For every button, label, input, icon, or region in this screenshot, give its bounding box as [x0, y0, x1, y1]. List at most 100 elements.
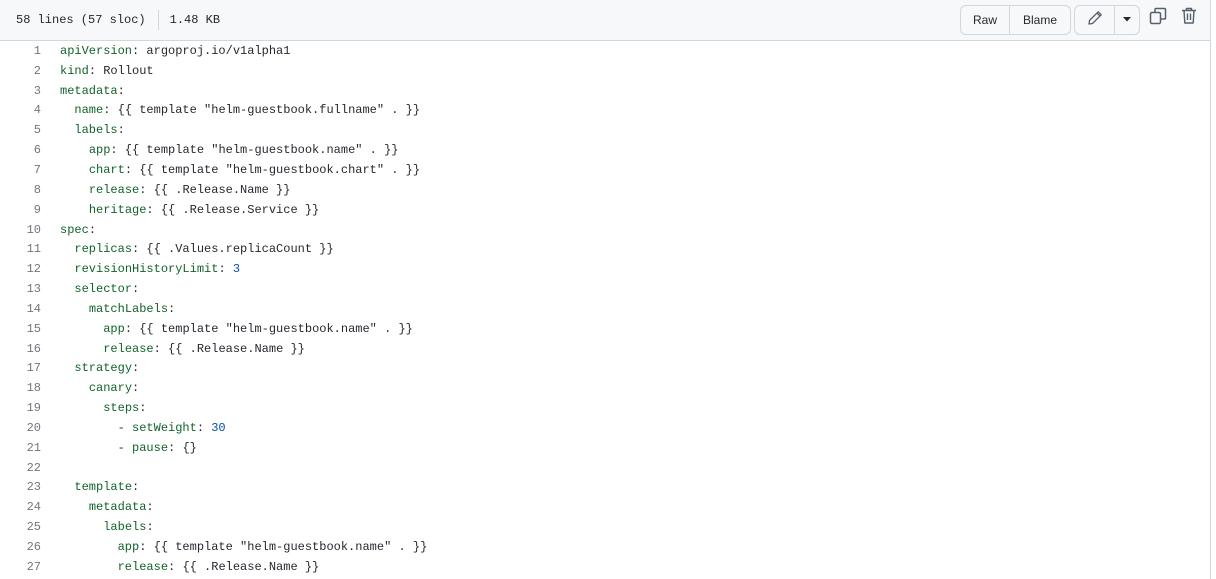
- line-content: labels:: [60, 123, 125, 138]
- line-number[interactable]: 10: [0, 223, 41, 237]
- line-number[interactable]: 26: [0, 540, 41, 554]
- copy-raw-button[interactable]: [1149, 7, 1167, 28]
- code-line: 24 metadata:: [0, 497, 1210, 517]
- edit-button-group: [1074, 5, 1140, 35]
- line-content: template:: [60, 480, 139, 494]
- line-number[interactable]: 23: [0, 480, 41, 494]
- yaml-value: {{ .Release.Name }}: [168, 341, 305, 356]
- line-number[interactable]: 4: [0, 103, 41, 117]
- line-number[interactable]: 21: [0, 441, 41, 455]
- line-number[interactable]: 20: [0, 421, 41, 435]
- view-button-group: Raw Blame: [960, 5, 1071, 35]
- code-line: 7 chart: {{ template "helm-guestbook.cha…: [0, 160, 1210, 180]
- yaml-separator: :: [132, 242, 147, 257]
- line-number[interactable]: 18: [0, 381, 41, 395]
- code-body: 1 apiVersion: argoproj.io/v1alpha1 2 kind: …: [0, 41, 1210, 577]
- yaml-key: strategy: [74, 361, 133, 376]
- code-line: 21 - pause: {}: [0, 438, 1210, 458]
- code-line: 11 replicas: {{ .Values.replicaCount }}: [0, 239, 1210, 259]
- yaml-key: setWeight: [132, 420, 197, 435]
- line-number[interactable]: 25: [0, 520, 41, 534]
- edit-dropdown-button[interactable]: [1115, 6, 1139, 34]
- line-number[interactable]: 9: [0, 203, 41, 217]
- yaml-separator: :: [153, 341, 169, 356]
- line-content: matchLabels:: [60, 302, 175, 316]
- line-number[interactable]: 24: [0, 500, 41, 514]
- raw-button[interactable]: Raw: [961, 6, 1010, 34]
- line-number[interactable]: 22: [0, 461, 41, 475]
- line-content: chart: {{ template "helm-guestbook.chart…: [60, 163, 420, 177]
- line-number[interactable]: 17: [0, 361, 41, 375]
- file-viewer: 58 lines (57 sloc) 1.48 KB Raw Blame 1 a…: [0, 0, 1211, 579]
- yaml-value: {{ .Release.Name }}: [182, 559, 320, 574]
- yaml-separator: :: [124, 321, 140, 336]
- line-number[interactable]: 27: [0, 560, 41, 574]
- line-content: release: {{ .Release.Name }}: [60, 559, 320, 574]
- edit-file-button[interactable]: [1075, 6, 1115, 34]
- yaml-separator: :: [124, 162, 140, 177]
- yaml-key: steps: [103, 401, 140, 416]
- line-content: metadata:: [60, 500, 154, 514]
- yaml-value: {{ template "helm-guestbook.fullname" . …: [117, 103, 421, 118]
- yaml-key: spec: [60, 222, 89, 237]
- line-number[interactable]: 2: [0, 64, 41, 78]
- line-content: strategy:: [60, 361, 139, 375]
- yaml-separator: :: [196, 420, 212, 435]
- line-content: spec:: [60, 223, 96, 237]
- code-line: 27 release: {{ .Release.Name }}: [0, 557, 1210, 577]
- info-divider: [157, 10, 159, 30]
- line-number[interactable]: 1: [0, 44, 41, 58]
- yaml-separator: :: [132, 480, 140, 495]
- code-line: 18 canary:: [0, 378, 1210, 398]
- line-number[interactable]: 11: [0, 242, 41, 256]
- line-number[interactable]: 7: [0, 163, 41, 177]
- line-indent: -: [60, 420, 133, 435]
- file-info: 58 lines (57 sloc) 1.48 KB: [16, 0, 220, 40]
- code-line: 13 selector:: [0, 279, 1210, 299]
- line-number[interactable]: 16: [0, 342, 41, 356]
- yaml-separator: :: [139, 540, 154, 555]
- line-content: replicas: {{ .Values.replicaCount }}: [60, 242, 333, 257]
- blame-button[interactable]: Blame: [1010, 6, 1070, 34]
- line-count: 58 lines (57 sloc): [16, 13, 146, 27]
- yaml-separator: :: [117, 123, 125, 138]
- line-number[interactable]: 5: [0, 123, 41, 137]
- code-line: 6 app: {{ template "helm-guestbook.name"…: [0, 140, 1210, 160]
- yaml-key: pause: [132, 440, 169, 455]
- yaml-key: matchLabels: [88, 301, 169, 316]
- yaml-separator: :: [168, 440, 183, 455]
- delete-file-button[interactable]: [1180, 7, 1198, 30]
- line-number[interactable]: 14: [0, 302, 41, 316]
- line-indent: -: [60, 440, 133, 455]
- yaml-key: template: [74, 480, 133, 495]
- code-line: 14 matchLabels:: [0, 299, 1210, 319]
- yaml-separator: :: [132, 381, 140, 396]
- line-number[interactable]: 19: [0, 401, 41, 415]
- line-number[interactable]: 6: [0, 143, 41, 157]
- line-number[interactable]: 12: [0, 262, 41, 276]
- line-number[interactable]: 15: [0, 322, 41, 336]
- code-line: 25 labels:: [0, 517, 1210, 537]
- code-line: 19 steps:: [0, 398, 1210, 418]
- yaml-separator: :: [146, 202, 161, 217]
- trash-icon: [1181, 7, 1197, 30]
- line-number[interactable]: 8: [0, 183, 41, 197]
- line-content: name: {{ template "helm-guestbook.fullna…: [60, 103, 420, 117]
- line-number[interactable]: 3: [0, 84, 41, 98]
- line-number[interactable]: 13: [0, 282, 41, 296]
- yaml-separator: :: [139, 401, 147, 416]
- yaml-value: {{ template "helm-guestbook.chart" . }}: [139, 162, 421, 177]
- yaml-value: {{ template "helm-guestbook.name" . }}: [124, 143, 399, 158]
- yaml-key: kind: [60, 63, 89, 78]
- line-content: kind: Rollout: [60, 64, 154, 78]
